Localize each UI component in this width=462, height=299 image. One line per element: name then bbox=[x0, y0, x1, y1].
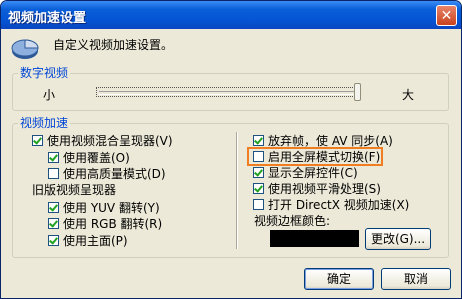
quality-slider-track[interactable] bbox=[96, 87, 361, 97]
checkbox-box[interactable] bbox=[253, 150, 264, 162]
slider-min-label: 小 bbox=[43, 88, 56, 102]
use-mixing-renderer-checkbox[interactable]: 使用视频混合呈现器(V) bbox=[32, 132, 173, 148]
checkbox-box[interactable] bbox=[48, 234, 59, 246]
use-hq-mode-checkbox[interactable]: 使用高质量模式(D) bbox=[48, 165, 166, 181]
drop-frames-checkbox[interactable]: 放弃帧，使 AV 同步(A) bbox=[253, 132, 393, 148]
checkbox-box[interactable] bbox=[48, 167, 59, 179]
fullscreen-controls-checkbox[interactable]: 显示全屏控件(C) bbox=[253, 164, 358, 180]
checkbox-label: 使用视频混合呈现器(V) bbox=[47, 133, 173, 148]
close-button[interactable]: ✕ bbox=[436, 5, 457, 26]
legacy-renderer-label: 旧版视频呈现器 bbox=[32, 183, 117, 197]
checkbox-label: 使用 RGB 翻转(R) bbox=[63, 216, 163, 231]
checkbox-box[interactable] bbox=[48, 201, 59, 213]
checkbox-label: 使用 YUV 翻转(Y) bbox=[63, 200, 160, 215]
pie-chart-icon bbox=[11, 39, 39, 59]
yuv-flip-checkbox[interactable]: 使用 YUV 翻转(Y) bbox=[48, 199, 160, 215]
border-color-swatch bbox=[270, 230, 359, 247]
window-title: 视频加速设置 bbox=[8, 11, 87, 26]
rgb-flip-checkbox[interactable]: 使用 RGB 翻转(R) bbox=[48, 215, 162, 231]
checkbox-label: 打开 DirectX 视频加速(X) bbox=[268, 197, 410, 212]
digital-video-group-label: 数字视频 bbox=[18, 64, 71, 81]
video-accel-dialog: 视频加速设置 ✕ 自定义视频加速设置。 数字视频 小 大 视频加速 使用视频混合… bbox=[0, 0, 462, 299]
smooth-video-checkbox[interactable]: 使用视频平滑处理(S) bbox=[253, 180, 381, 196]
use-main-surface-checkbox[interactable]: 使用主面(P) bbox=[48, 232, 128, 248]
checkbox-box[interactable] bbox=[253, 198, 264, 210]
header-description: 自定义视频加速设置。 bbox=[53, 38, 174, 52]
cancel-button[interactable]: 取消 bbox=[381, 268, 451, 290]
title-bar[interactable]: 视频加速设置 ✕ bbox=[1, 1, 461, 29]
checkbox-label: 显示全屏控件(C) bbox=[268, 165, 358, 180]
checkbox-box[interactable] bbox=[253, 166, 264, 178]
change-color-button[interactable]: 更改(G)... bbox=[365, 228, 431, 250]
checkbox-box[interactable] bbox=[253, 182, 264, 194]
ok-button[interactable]: 确定 bbox=[304, 268, 374, 290]
checkbox-box[interactable] bbox=[48, 217, 59, 229]
checkbox-label: 使用主面(P) bbox=[63, 233, 128, 248]
checkbox-label: 启用全屏模式切换(F) bbox=[268, 149, 381, 164]
use-overlay-checkbox[interactable]: 使用覆盖(O) bbox=[48, 149, 130, 165]
checkbox-box[interactable] bbox=[32, 134, 43, 146]
fullscreen-switch-checkbox[interactable]: 启用全屏模式切换(F) bbox=[253, 148, 380, 164]
video-accel-group-label: 视频加速 bbox=[18, 114, 71, 131]
checkbox-label: 使用视频平滑处理(S) bbox=[268, 181, 381, 196]
quality-slider-thumb[interactable] bbox=[354, 83, 361, 101]
checkbox-box[interactable] bbox=[253, 134, 264, 146]
border-color-label: 视频边框颜色: bbox=[254, 214, 331, 228]
checkbox-label: 使用覆盖(O) bbox=[63, 150, 130, 165]
checkbox-label: 放弃帧，使 AV 同步(A) bbox=[268, 133, 393, 148]
checkbox-label: 使用高质量模式(D) bbox=[63, 166, 166, 181]
slider-max-label: 大 bbox=[402, 88, 415, 102]
directx-accel-checkbox[interactable]: 打开 DirectX 视频加速(X) bbox=[253, 196, 409, 212]
column-divider bbox=[236, 132, 238, 249]
checkbox-box[interactable] bbox=[48, 151, 59, 163]
